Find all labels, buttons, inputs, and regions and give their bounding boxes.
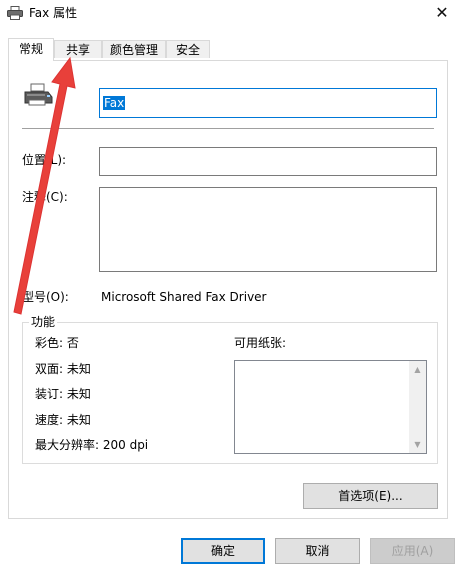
ok-button-label: 确定 (210, 544, 235, 558)
cancel-button[interactable]: 取消 (275, 538, 360, 564)
scroll-up-icon[interactable]: ▲ (409, 361, 426, 378)
tab-sharing[interactable]: 共享 (54, 40, 102, 58)
cancel-button-label: 取消 (305, 544, 330, 558)
paper-listbox-scrollbar[interactable]: ▲ ▼ (409, 361, 426, 453)
tab-security[interactable]: 安全 (166, 40, 210, 58)
tab-color-management[interactable]: 颜色管理 (102, 40, 166, 58)
printer-name-input[interactable]: Fax (99, 88, 437, 118)
close-button[interactable]: ✕ (427, 0, 457, 28)
printer-name-value: Fax (103, 96, 126, 110)
feature-speed: 速度: 未知 (35, 413, 91, 427)
tab-security-label: 安全 (175, 43, 200, 57)
window-title: Fax 属性 (29, 6, 78, 20)
apply-button-label: 应用(A) (391, 544, 434, 558)
model-label: 型号(O): (22, 290, 69, 304)
apply-button[interactable]: 应用(A) (370, 538, 455, 564)
preferences-button-label: 首选项(E)... (338, 489, 403, 503)
scroll-down-icon[interactable]: ▼ (409, 436, 426, 453)
location-input[interactable] (99, 147, 437, 176)
tab-general[interactable]: 常规 (8, 38, 54, 61)
location-label: 位置(L): (22, 153, 67, 167)
feature-staple: 装订: 未知 (35, 387, 91, 401)
ok-button[interactable]: 确定 (181, 538, 265, 564)
feature-duplex: 双面: 未知 (35, 362, 91, 376)
tab-color-management-label: 颜色管理 (109, 43, 158, 57)
comment-label: 注释(C): (22, 190, 68, 204)
model-value: Microsoft Shared Fax Driver (101, 290, 267, 304)
tab-general-label: 常规 (18, 42, 43, 56)
fax-printer-icon (24, 83, 53, 106)
paper-available-label: 可用纸张: (234, 336, 287, 350)
title-bar: Fax 属性 ✕ (0, 0, 457, 30)
preferences-button[interactable]: 首选项(E)... (303, 483, 438, 509)
divider (22, 128, 434, 129)
printer-icon (7, 6, 23, 20)
paper-listbox[interactable]: ▲ ▼ (234, 360, 427, 454)
feature-max-resolution: 最大分辨率: 200 dpi (35, 438, 149, 452)
features-group-title: 功能 (29, 314, 58, 330)
tab-sharing-label: 共享 (65, 43, 90, 57)
feature-color: 彩色: 否 (35, 336, 79, 350)
fax-properties-window: Fax 属性 ✕ 常规 共享 颜色管理 安全 Fax 位置(L): 注释(C): (0, 0, 457, 573)
comment-textarea[interactable] (99, 187, 437, 272)
close-icon: ✕ (435, 3, 449, 22)
